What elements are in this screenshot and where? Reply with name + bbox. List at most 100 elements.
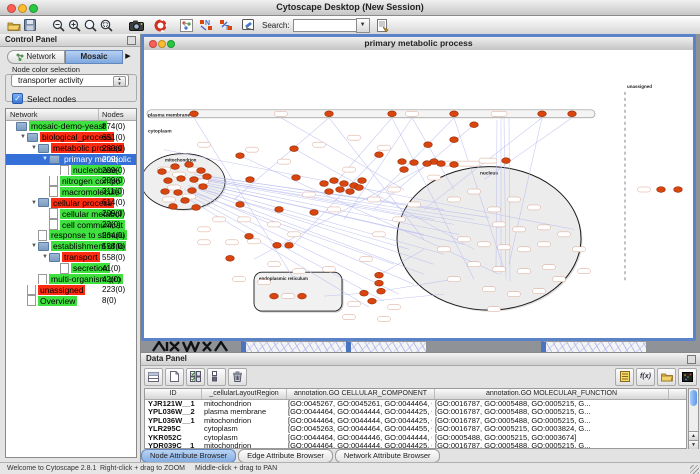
node-color-combo[interactable]: transporter activity ▲▼ <box>11 74 129 87</box>
graph-node[interactable] <box>236 202 245 208</box>
graph-node[interactable] <box>275 207 284 213</box>
tree-col-divider[interactable] <box>98 109 99 120</box>
col-cellular-layout-region[interactable]: _cellularLayoutRegion <box>202 389 287 399</box>
delete-attribute-icon[interactable] <box>228 368 247 386</box>
zoom-fit-icon[interactable] <box>98 18 114 32</box>
graph-node[interactable] <box>377 288 386 294</box>
tree-row[interactable]: unassigned223(0) <box>6 285 136 296</box>
graph-node[interactable] <box>437 161 446 167</box>
expand-arrow-icon[interactable]: ▼ <box>30 200 38 206</box>
resize-grip[interactable] <box>690 465 699 474</box>
graph-node[interactable] <box>400 167 409 173</box>
graph-node[interactable] <box>320 181 329 187</box>
graph-node[interactable] <box>340 181 349 187</box>
tree-row[interactable]: multi-organism pro42(0) <box>6 274 136 285</box>
search-dropdown-arrow[interactable]: ▼ <box>356 18 370 33</box>
scroll-up-icon[interactable]: ▲ <box>689 431 698 440</box>
graph-node[interactable] <box>336 187 345 193</box>
graph-node[interactable] <box>285 242 294 248</box>
graph-node[interactable] <box>355 185 364 191</box>
annotation-icon[interactable] <box>240 18 256 32</box>
tree-row[interactable]: nitrogen compo209(0) <box>6 176 136 187</box>
tree-col-nodes[interactable]: Nodes <box>102 110 124 119</box>
float-panel-icon[interactable] <box>127 36 136 45</box>
table-row[interactable]: YPL036W__2plasma membrane[GO:0044464, GO… <box>145 408 686 416</box>
minimize-window-icon[interactable] <box>18 4 27 13</box>
graph-node[interactable] <box>174 190 183 196</box>
zoom-window-icon[interactable] <box>167 40 175 48</box>
table-scrollbar[interactable]: ▲ ▼ <box>688 388 699 449</box>
scroll-down-icon[interactable]: ▼ <box>689 440 698 449</box>
tree-row[interactable]: ▼primary metabolic209(... <box>6 154 136 165</box>
combo-stepper-icon[interactable]: ▲▼ <box>113 76 126 87</box>
graph-node[interactable] <box>325 189 334 195</box>
unselect-attributes-icon[interactable] <box>207 368 226 386</box>
graph-node[interactable] <box>450 137 459 143</box>
new-attribute-icon[interactable] <box>165 368 184 386</box>
network-overview-icon[interactable] <box>178 18 194 32</box>
graph-node[interactable] <box>375 280 384 286</box>
snapshot-camera-icon[interactable] <box>128 18 144 32</box>
tree-row[interactable]: ▼transport558(0) <box>6 252 136 263</box>
expand-arrow-icon[interactable]: ▼ <box>30 145 38 151</box>
search-report-icon[interactable] <box>375 18 391 32</box>
tab-node-attribute-browser[interactable]: Node Attribute Browser <box>141 449 236 463</box>
graph-node[interactable] <box>169 204 178 210</box>
more-tabs-arrow-icon[interactable]: ▶ <box>123 50 133 64</box>
select-nodes-checkbox[interactable]: ✓ <box>12 93 23 104</box>
graph-node[interactable] <box>310 210 319 216</box>
tree-row[interactable]: ▼biological_process651(0) <box>6 132 136 143</box>
tree-row[interactable]: nucleobase-209(0) <box>6 165 136 176</box>
attribute-matrix-icon[interactable] <box>678 368 697 386</box>
graph-node[interactable] <box>190 177 199 183</box>
save-session-icon[interactable] <box>22 18 38 32</box>
expand-arrow-icon[interactable]: ▼ <box>30 243 38 249</box>
graph-node[interactable] <box>236 153 245 159</box>
tree-row[interactable]: mosaic-demo-yeast874(0) <box>6 121 136 132</box>
graph-node[interactable] <box>298 293 307 299</box>
graph-node[interactable] <box>203 174 212 180</box>
overview-window-thumbnail[interactable] <box>151 341 236 352</box>
graph-node[interactable] <box>177 176 186 182</box>
app-titlebar[interactable]: Cytoscape Desktop (New Session) <box>0 0 700 16</box>
import-attributes-icon[interactable] <box>657 368 676 386</box>
graph-node[interactable] <box>330 178 339 184</box>
graph-node[interactable] <box>450 111 459 117</box>
graph-node[interactable] <box>375 272 384 278</box>
table-row[interactable]: YPL036W__1mitochondrion[GO:0044464, GO:0… <box>145 417 686 425</box>
zoom-selected-icon[interactable] <box>82 18 98 32</box>
graph-node[interactable] <box>158 169 167 175</box>
graph-node[interactable] <box>398 159 407 165</box>
graph-node[interactable] <box>292 175 301 181</box>
minimize-window-icon[interactable] <box>158 40 166 48</box>
graph-node[interactable] <box>538 111 547 117</box>
graph-node[interactable] <box>470 122 479 128</box>
zoom-out-icon[interactable] <box>50 18 66 32</box>
graph-node[interactable] <box>192 205 201 211</box>
zoom-in-icon[interactable] <box>66 18 82 32</box>
attribute-list-icon[interactable] <box>615 368 634 386</box>
graph-node[interactable] <box>181 198 190 204</box>
graph-node[interactable] <box>502 158 511 164</box>
tab-network-attribute-browser[interactable]: Network Attribute Browser <box>335 449 440 463</box>
graph-node[interactable] <box>358 178 367 184</box>
graph-node[interactable] <box>674 187 683 193</box>
graph-node[interactable] <box>197 168 206 174</box>
graph-node[interactable] <box>450 162 459 168</box>
help-ring-icon[interactable] <box>152 18 168 32</box>
float-panel-icon[interactable] <box>687 355 696 364</box>
tree-row[interactable]: ▼establishment of lo558(0) <box>6 241 136 252</box>
graph-node[interactable] <box>245 233 254 239</box>
graph-node[interactable] <box>360 290 369 296</box>
graph-node[interactable] <box>199 184 208 190</box>
graph-node[interactable] <box>388 111 397 117</box>
scrollbar-thumb[interactable] <box>690 390 697 406</box>
tab-edge-attribute-browser[interactable]: Edge Attribute Browser <box>238 449 333 463</box>
zoom-window-icon[interactable] <box>29 4 38 13</box>
tab-mosaic[interactable]: Mosaic <box>65 50 123 64</box>
tree-row[interactable]: Overview8(0) <box>6 295 136 306</box>
expand-arrow-icon[interactable]: ▼ <box>41 156 49 162</box>
graph-node[interactable] <box>188 188 197 194</box>
tree-row[interactable]: macromolecule311(0) <box>6 186 136 197</box>
graph-node[interactable] <box>290 146 299 152</box>
